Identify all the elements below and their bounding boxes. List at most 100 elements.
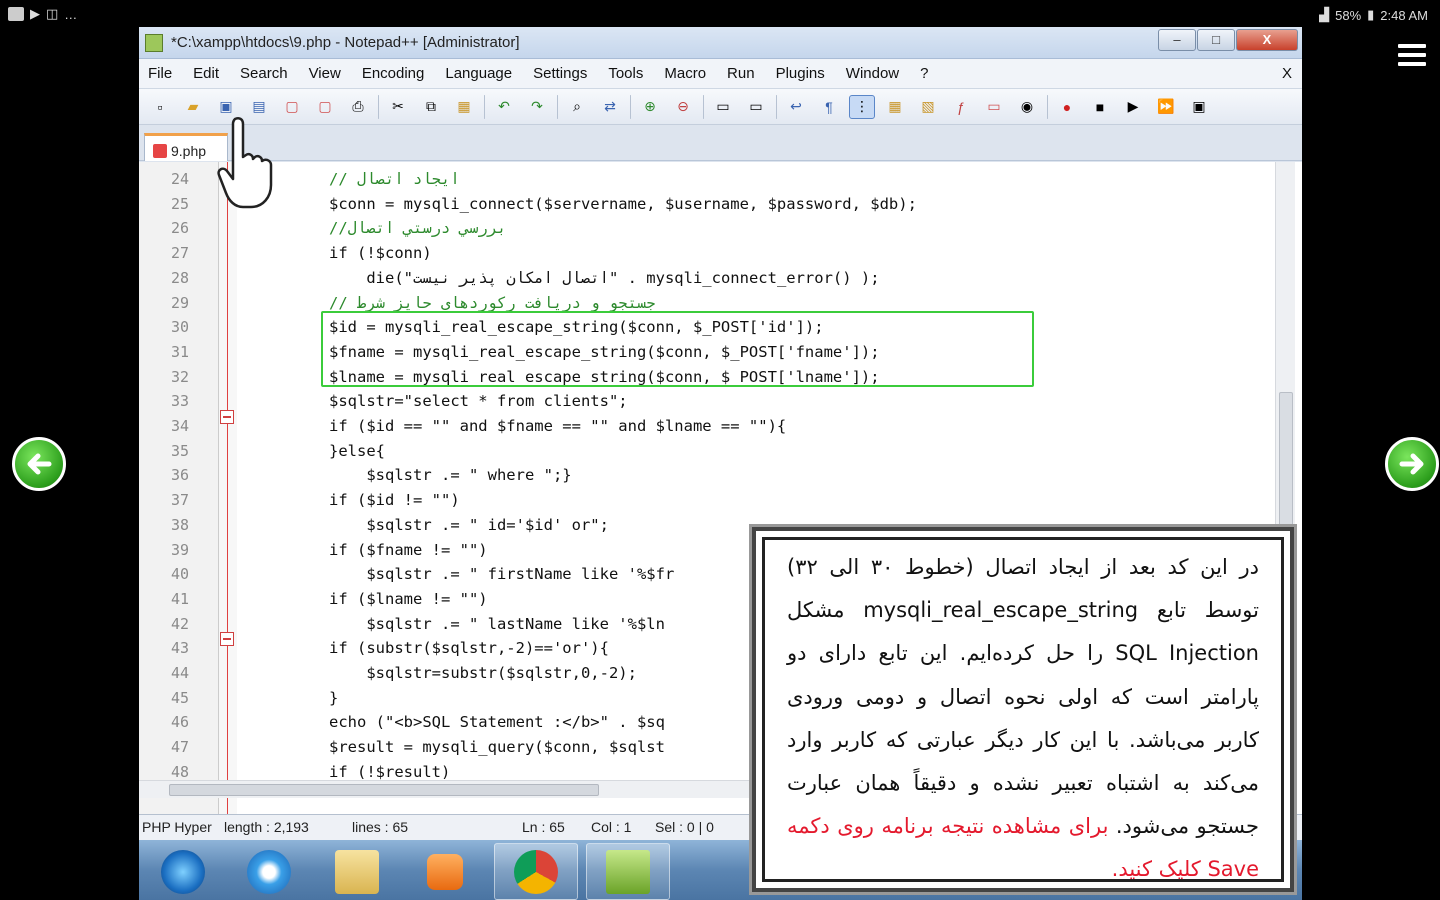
- folder-workspace-icon[interactable]: ▭: [981, 95, 1007, 119]
- undo-icon[interactable]: ↶: [491, 95, 517, 119]
- find-icon[interactable]: ⌕: [564, 95, 590, 119]
- doc-map-icon[interactable]: ▧: [915, 95, 941, 119]
- code-line[interactable]: }else{: [329, 439, 385, 464]
- code-line[interactable]: if ($fname != ""): [329, 538, 488, 563]
- code-line[interactable]: die("اتصال امکان پذیر نیست" . mysqli_con…: [329, 266, 879, 291]
- line-number: 32: [170, 367, 189, 386]
- stop-record-icon[interactable]: ■: [1087, 95, 1113, 119]
- toolbar-separator: [776, 94, 777, 119]
- menu-settings[interactable]: Settings: [533, 65, 587, 82]
- menu-run[interactable]: Run: [727, 65, 755, 82]
- menu-help[interactable]: ?: [920, 65, 928, 82]
- monitoring-icon[interactable]: ◉: [1014, 95, 1040, 119]
- code-line[interactable]: if ($lname != ""): [329, 587, 488, 612]
- menu-encoding[interactable]: Encoding: [362, 65, 425, 82]
- internet-explorer-icon[interactable]: [227, 843, 311, 900]
- windows-start-icon[interactable]: [141, 843, 225, 900]
- code-line[interactable]: $conn = mysqli_connect($servername, $use…: [329, 192, 917, 217]
- open-file-icon[interactable]: ▰: [180, 95, 206, 119]
- line-number: 27: [170, 244, 189, 263]
- menu-bar: File Edit Search View Encoding Language …: [139, 59, 1302, 89]
- print-icon[interactable]: ⎙: [345, 95, 371, 119]
- menu-plugins[interactable]: Plugins: [776, 65, 825, 82]
- menu-file[interactable]: File: [148, 65, 172, 82]
- copy-icon[interactable]: ⧉: [418, 95, 444, 119]
- fold-toggle-icon[interactable]: [220, 410, 234, 424]
- zoom-in-icon[interactable]: ⊕: [637, 95, 663, 119]
- code-line[interactable]: $sqlstr .= " id='$id' or";: [329, 513, 609, 538]
- line-number: 33: [170, 392, 189, 411]
- horizontal-scrollbar[interactable]: [139, 780, 759, 798]
- title-bar[interactable]: *C:\xampp\htdocs\9.php - Notepad++ [Admi…: [139, 27, 1302, 59]
- file-length: length : 2,193: [224, 819, 309, 835]
- code-line[interactable]: $sqlstr .= " lastName like '%$ln: [329, 612, 665, 637]
- toolbar-separator: [1047, 94, 1048, 119]
- close-all-icon[interactable]: ▢: [312, 95, 338, 119]
- close-document-button[interactable]: X: [1282, 65, 1292, 82]
- maximize-button[interactable]: □: [1197, 29, 1235, 51]
- line-number: 30: [170, 318, 189, 337]
- code-line[interactable]: }: [329, 686, 338, 711]
- close-button[interactable]: X: [1236, 29, 1298, 51]
- redo-icon[interactable]: ↷: [524, 95, 550, 119]
- code-line[interactable]: $sqlstr="select * from clients";: [329, 389, 628, 414]
- line-number: 39: [170, 540, 189, 559]
- window-title: *C:\xampp\htdocs\9.php - Notepad++ [Admi…: [171, 34, 520, 51]
- sync-vertical-icon[interactable]: ▭: [710, 95, 736, 119]
- udl-icon[interactable]: ▦: [882, 95, 908, 119]
- menu-window[interactable]: Window: [846, 65, 899, 82]
- new-file-icon[interactable]: ▫: [147, 95, 173, 119]
- cut-icon[interactable]: ✂: [385, 95, 411, 119]
- previous-page-button[interactable]: [12, 437, 66, 491]
- notepad-plus-plus-icon[interactable]: [586, 843, 670, 900]
- sync-horizontal-icon[interactable]: ▭: [743, 95, 769, 119]
- zoom-out-icon[interactable]: ⊖: [670, 95, 696, 119]
- hamburger-menu-icon[interactable]: [1398, 44, 1426, 66]
- selection: Sel : 0 | 0: [655, 819, 714, 835]
- toolbar-separator: [703, 94, 704, 119]
- code-line[interactable]: $sqlstr=substr($sqlstr,0,-2);: [329, 661, 637, 686]
- tab-9-php[interactable]: 9.php: [144, 133, 228, 161]
- replace-icon[interactable]: ⇄: [597, 95, 623, 119]
- minimize-button[interactable]: –: [1158, 29, 1196, 51]
- code-line[interactable]: if ($id != ""): [329, 488, 460, 513]
- code-line[interactable]: echo ("<b>SQL Statement :</b>" . $sq: [329, 710, 665, 735]
- media-player-icon[interactable]: [403, 843, 487, 900]
- save-macro-icon[interactable]: ▣: [1186, 95, 1212, 119]
- menu-macro[interactable]: Macro: [664, 65, 706, 82]
- code-line[interactable]: // ایجاد اتصال: [329, 167, 460, 192]
- fold-toggle-icon[interactable]: [220, 632, 234, 646]
- code-line[interactable]: //بررسي درستي اتصال: [329, 216, 506, 241]
- record-macro-icon[interactable]: ●: [1054, 95, 1080, 119]
- run-macro-multiple-icon[interactable]: ⏩: [1153, 95, 1179, 119]
- file-explorer-icon[interactable]: [315, 843, 399, 900]
- line-number: 24: [170, 170, 189, 188]
- code-line[interactable]: if ($id == "" and $fname == "" and $lnam…: [329, 414, 786, 439]
- chrome-icon[interactable]: [494, 843, 578, 900]
- menu-language[interactable]: Language: [445, 65, 512, 82]
- code-line[interactable]: $result = mysqli_query($conn, $sqlst: [329, 735, 665, 760]
- line-number: 41: [170, 589, 189, 608]
- code-line[interactable]: if (substr($sqlstr,-2)=='or'){: [329, 636, 609, 661]
- code-line[interactable]: $sqlstr .= " firstName like '%$fr: [329, 562, 674, 587]
- word-wrap-icon[interactable]: ↩: [783, 95, 809, 119]
- show-all-chars-icon[interactable]: ¶: [816, 95, 842, 119]
- indent-guide-icon[interactable]: ⋮: [849, 94, 875, 119]
- paste-icon[interactable]: ▦: [451, 95, 477, 119]
- android-status-bar: ▶ ◫ … ▟ 58% ▮ 2:48 AM: [0, 0, 1440, 30]
- menu-search[interactable]: Search: [240, 65, 288, 82]
- cursor-line: Ln : 65: [522, 819, 565, 835]
- scroll-thumb[interactable]: [169, 784, 599, 796]
- line-number: 40: [170, 565, 189, 584]
- menu-tools[interactable]: Tools: [608, 65, 643, 82]
- next-page-button[interactable]: [1385, 437, 1439, 491]
- menu-view[interactable]: View: [309, 65, 341, 82]
- code-line[interactable]: if (!$conn): [329, 241, 432, 266]
- menu-edit[interactable]: Edit: [193, 65, 219, 82]
- function-list-icon[interactable]: ƒ: [948, 95, 974, 119]
- play-store-icon: ▶: [30, 6, 40, 21]
- code-line[interactable]: $sqlstr .= " where ";}: [329, 463, 571, 488]
- line-number: 47: [170, 738, 189, 757]
- playback-macro-icon[interactable]: ▶: [1120, 95, 1146, 119]
- arrow-right-icon: [1399, 453, 1424, 475]
